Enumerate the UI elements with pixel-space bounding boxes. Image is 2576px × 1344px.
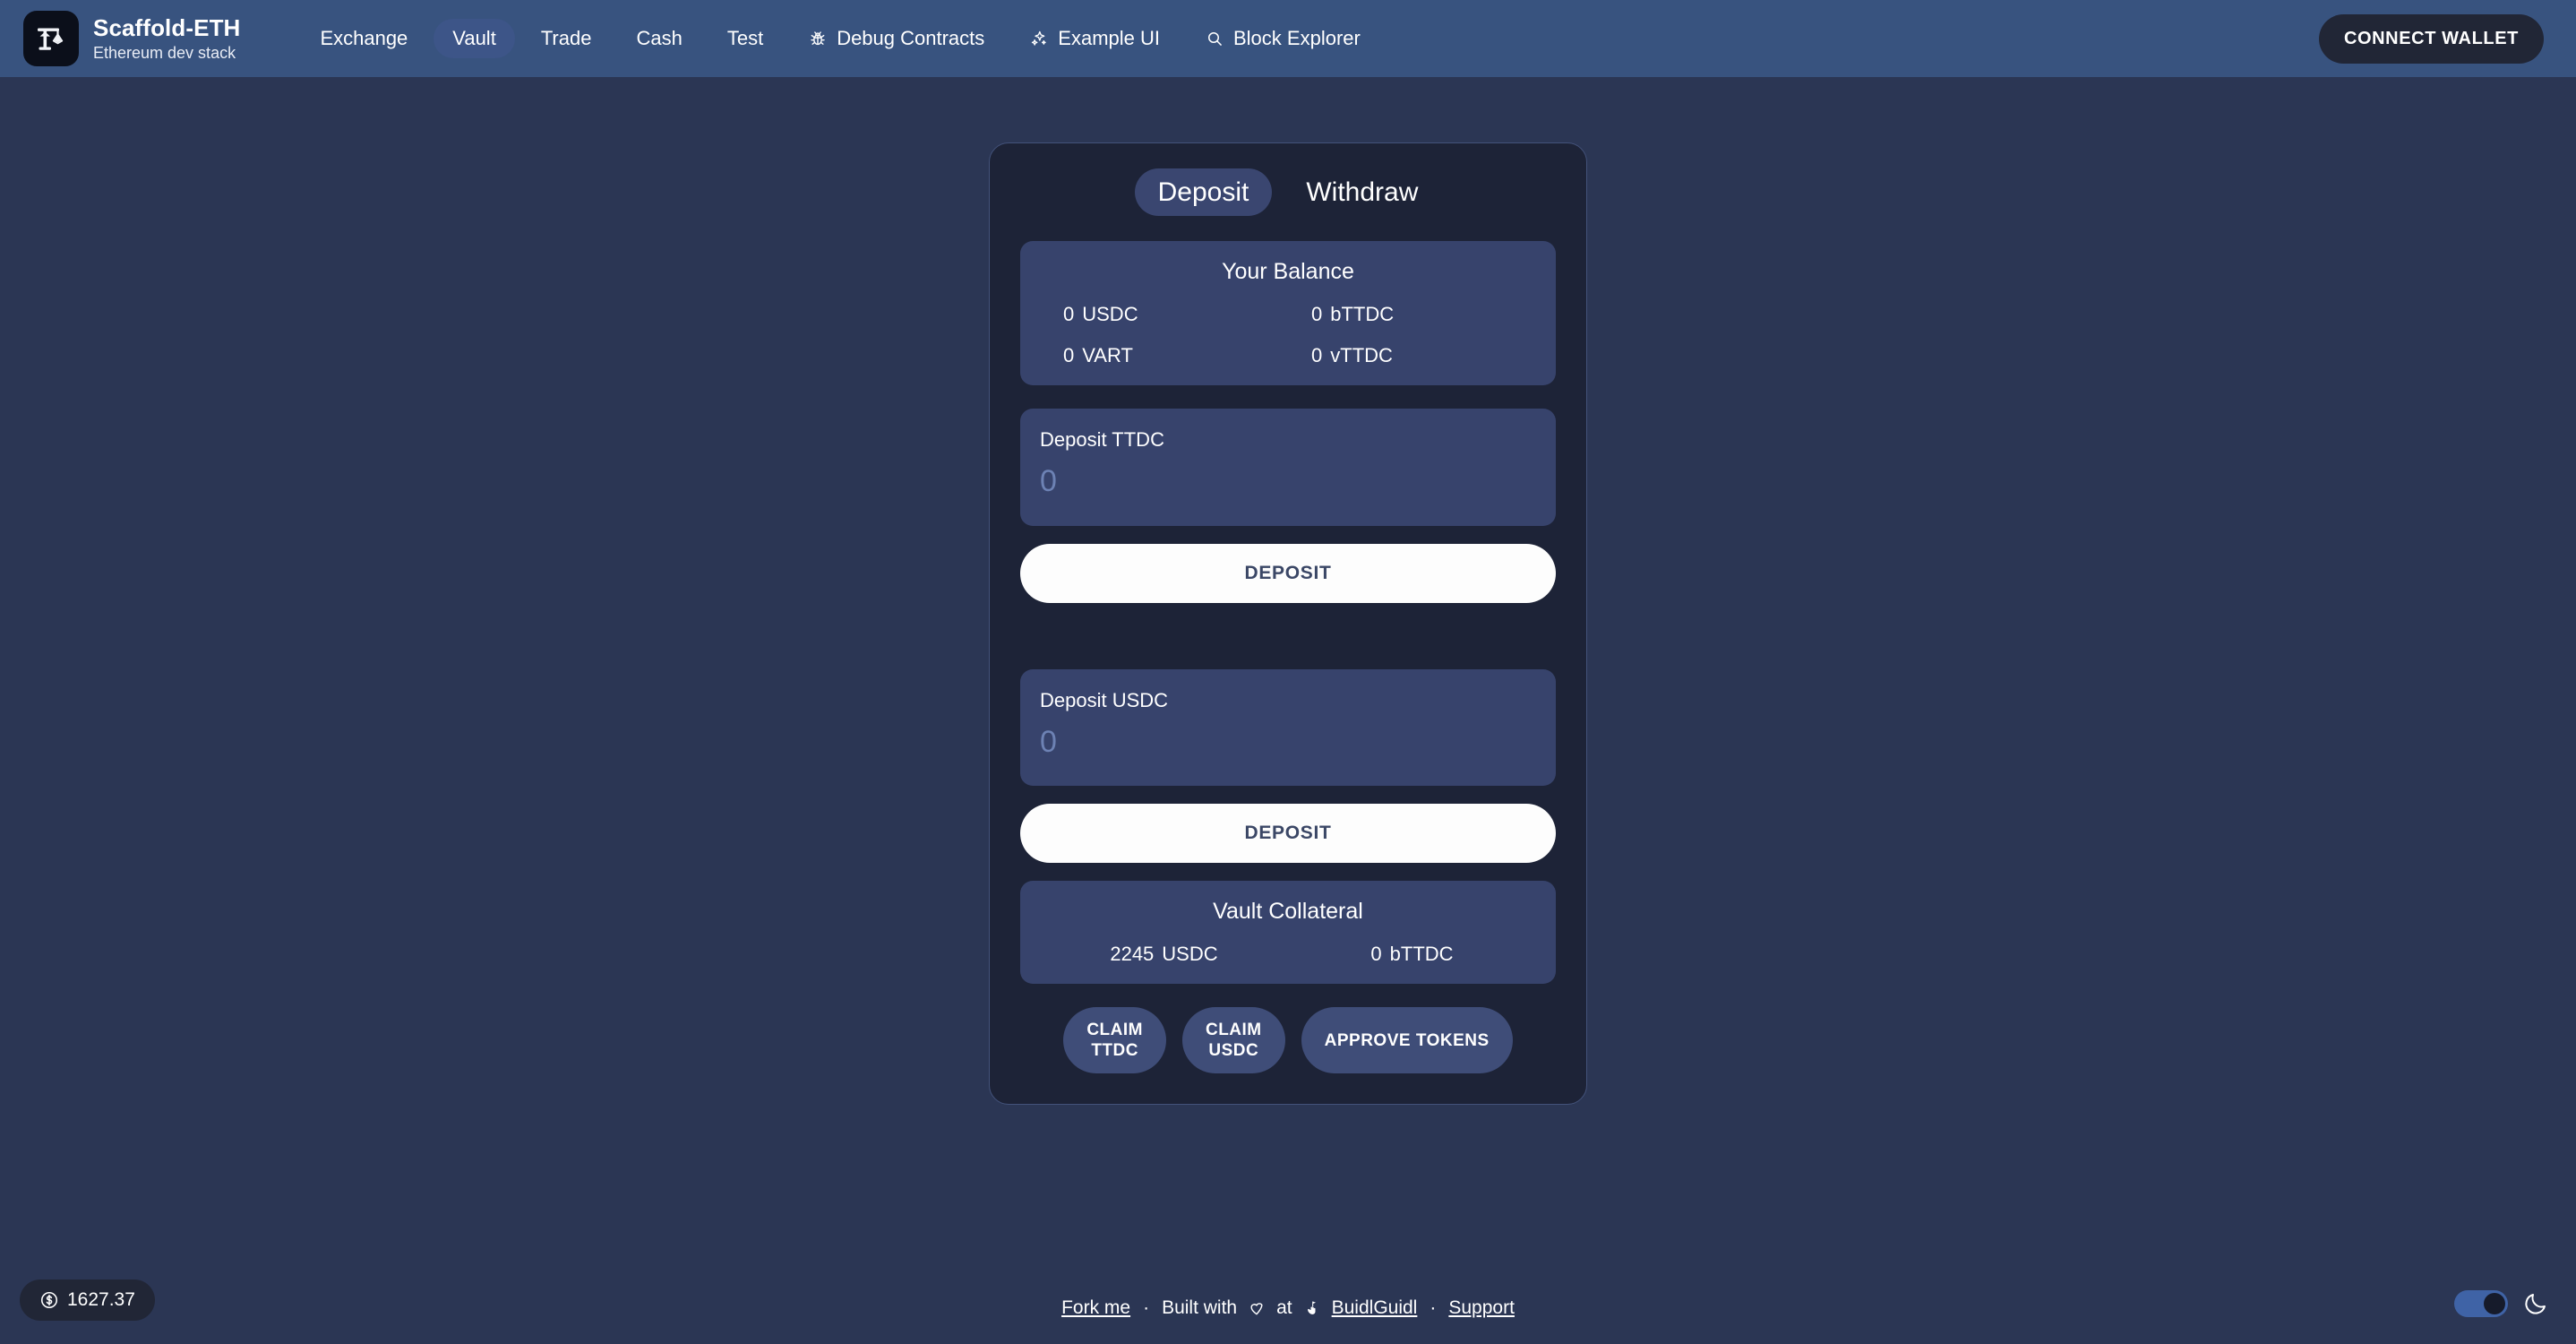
top-navbar: Scaffold-ETH Ethereum dev stack Exchange… — [0, 0, 2576, 77]
tab-deposit[interactable]: Deposit — [1134, 168, 1273, 216]
vault-collateral-panel: Vault Collateral 2245 USDC 0 bTTDC — [1020, 881, 1556, 984]
sparkles-icon — [1029, 29, 1049, 48]
nav-label: Example UI — [1058, 27, 1160, 49]
vault-collateral-title: Vault Collateral — [1213, 899, 1363, 924]
nav-label: Exchange — [320, 27, 408, 49]
nav-label: Test — [726, 27, 764, 49]
nav-item-block-explorer[interactable]: Block Explorer — [1186, 19, 1379, 58]
balance-row-bttdc: 0 bTTDC — [1288, 303, 1536, 326]
theme-toggle-area — [2454, 1290, 2549, 1317]
page-body: Deposit Withdraw Your Balance 0 USDC 0 b… — [0, 77, 2576, 1344]
nav-item-debug-contracts[interactable]: Debug Contracts — [789, 19, 1003, 58]
balance-amount: 0 — [1063, 303, 1075, 325]
balance-row-vttdc: 0 vTTDC — [1288, 344, 1536, 367]
balance-symbol: vTTDC — [1330, 344, 1393, 366]
brand-title: Scaffold-ETH — [93, 13, 241, 41]
deposit-ttdc-group: Deposit TTDC — [1020, 409, 1556, 526]
your-balance-title: Your Balance — [1222, 259, 1354, 284]
nav-label: Cash — [636, 27, 683, 49]
at-text: at — [1276, 1297, 1292, 1318]
collateral-symbol: bTTDC — [1389, 943, 1454, 965]
nav-item-exchange[interactable]: Exchange — [301, 19, 426, 58]
nav-label: Vault — [452, 27, 496, 49]
nav-item-test[interactable]: Test — [708, 19, 782, 58]
balance-row-usdc: 0 USDC — [1040, 303, 1288, 326]
support-link[interactable]: Support — [1448, 1297, 1515, 1319]
nav-item-trade[interactable]: Trade — [522, 19, 611, 58]
collateral-grid: 2245 USDC 0 bTTDC — [1040, 943, 1536, 966]
footer-separator: · — [1430, 1297, 1437, 1318]
deposit-ttdc-button[interactable]: DEPOSIT — [1020, 543, 1556, 603]
deposit-usdc-group: Deposit USDC — [1020, 668, 1556, 786]
claim-ttdc-button[interactable]: CLAIM TTDC — [1063, 1007, 1166, 1074]
tab-withdraw[interactable]: Withdraw — [1283, 168, 1441, 216]
vault-card: Deposit Withdraw Your Balance 0 USDC 0 b… — [989, 142, 1587, 1106]
connect-wallet-button[interactable]: CONNECT WALLET — [2318, 13, 2544, 64]
collateral-row-usdc: 2245 USDC — [1040, 943, 1288, 966]
nav-label: Trade — [540, 27, 592, 49]
nav-label: Block Explorer — [1233, 27, 1361, 49]
balance-amount: 0 — [1311, 344, 1323, 366]
vault-tabs: Deposit Withdraw — [1020, 168, 1556, 216]
deposit-usdc-label: Deposit USDC — [1040, 688, 1169, 711]
your-balance-panel: Your Balance 0 USDC 0 bTTDC 0 VART 0 vTT… — [1020, 241, 1556, 385]
approve-tokens-button[interactable]: APPROVE TOKENS — [1301, 1007, 1513, 1074]
main-navigation: Exchange Vault Trade Cash Test Debug Con… — [301, 19, 1378, 58]
theme-toggle-knob — [2484, 1293, 2505, 1314]
collateral-symbol: USDC — [1162, 943, 1218, 965]
scaffold-crane-eth-icon — [23, 11, 79, 66]
balance-symbol: USDC — [1082, 303, 1138, 325]
page-footer: 1627.37 Fork me · Built with at BuidlGui… — [0, 1219, 2576, 1344]
brand-subtitle: Ethereum dev stack — [93, 43, 236, 62]
nav-label: Debug Contracts — [837, 27, 985, 49]
deposit-ttdc-input[interactable] — [1040, 462, 1536, 501]
balance-row-vart: 0 VART — [1040, 344, 1288, 367]
footer-separator: · — [1143, 1297, 1150, 1318]
footer-links: Fork me · Built with at BuidlGuidl · Sup… — [0, 1297, 2576, 1319]
built-with-text: Built with — [1162, 1297, 1238, 1318]
collateral-amount: 0 — [1370, 943, 1382, 965]
nav-item-cash[interactable]: Cash — [617, 19, 700, 58]
brand-home-link[interactable]: Scaffold-ETH Ethereum dev stack — [23, 11, 276, 66]
nav-item-example-ui[interactable]: Example UI — [1010, 19, 1179, 58]
moon-icon — [2522, 1290, 2549, 1317]
theme-toggle-switch[interactable] — [2454, 1290, 2508, 1317]
search-icon — [1205, 29, 1224, 48]
nav-item-vault[interactable]: Vault — [434, 19, 515, 58]
collateral-row-bttdc: 0 bTTDC — [1288, 943, 1536, 966]
balance-grid: 0 USDC 0 bTTDC 0 VART 0 vTTDC — [1040, 303, 1536, 367]
balance-amount: 0 — [1063, 344, 1075, 366]
balance-symbol: VART — [1082, 344, 1133, 366]
vault-action-row: CLAIM TTDC CLAIM USDC APPROVE TOKENS — [1020, 1007, 1556, 1074]
claim-usdc-button[interactable]: CLAIM USDC — [1181, 1007, 1285, 1074]
deposit-usdc-input[interactable] — [1040, 722, 1536, 761]
deposit-usdc-button[interactable]: DEPOSIT — [1020, 804, 1556, 863]
bug-icon — [808, 29, 828, 48]
buidlguidl-link[interactable]: BuidlGuidl — [1332, 1297, 1418, 1319]
deposit-ttdc-label: Deposit TTDC — [1040, 428, 1164, 451]
builder-hand-icon — [1303, 1299, 1321, 1317]
collateral-amount: 2245 — [1110, 943, 1155, 965]
fork-me-link[interactable]: Fork me — [1061, 1297, 1130, 1319]
balance-amount: 0 — [1311, 303, 1323, 325]
balance-symbol: bTTDC — [1330, 303, 1395, 325]
heart-icon — [1248, 1299, 1266, 1317]
